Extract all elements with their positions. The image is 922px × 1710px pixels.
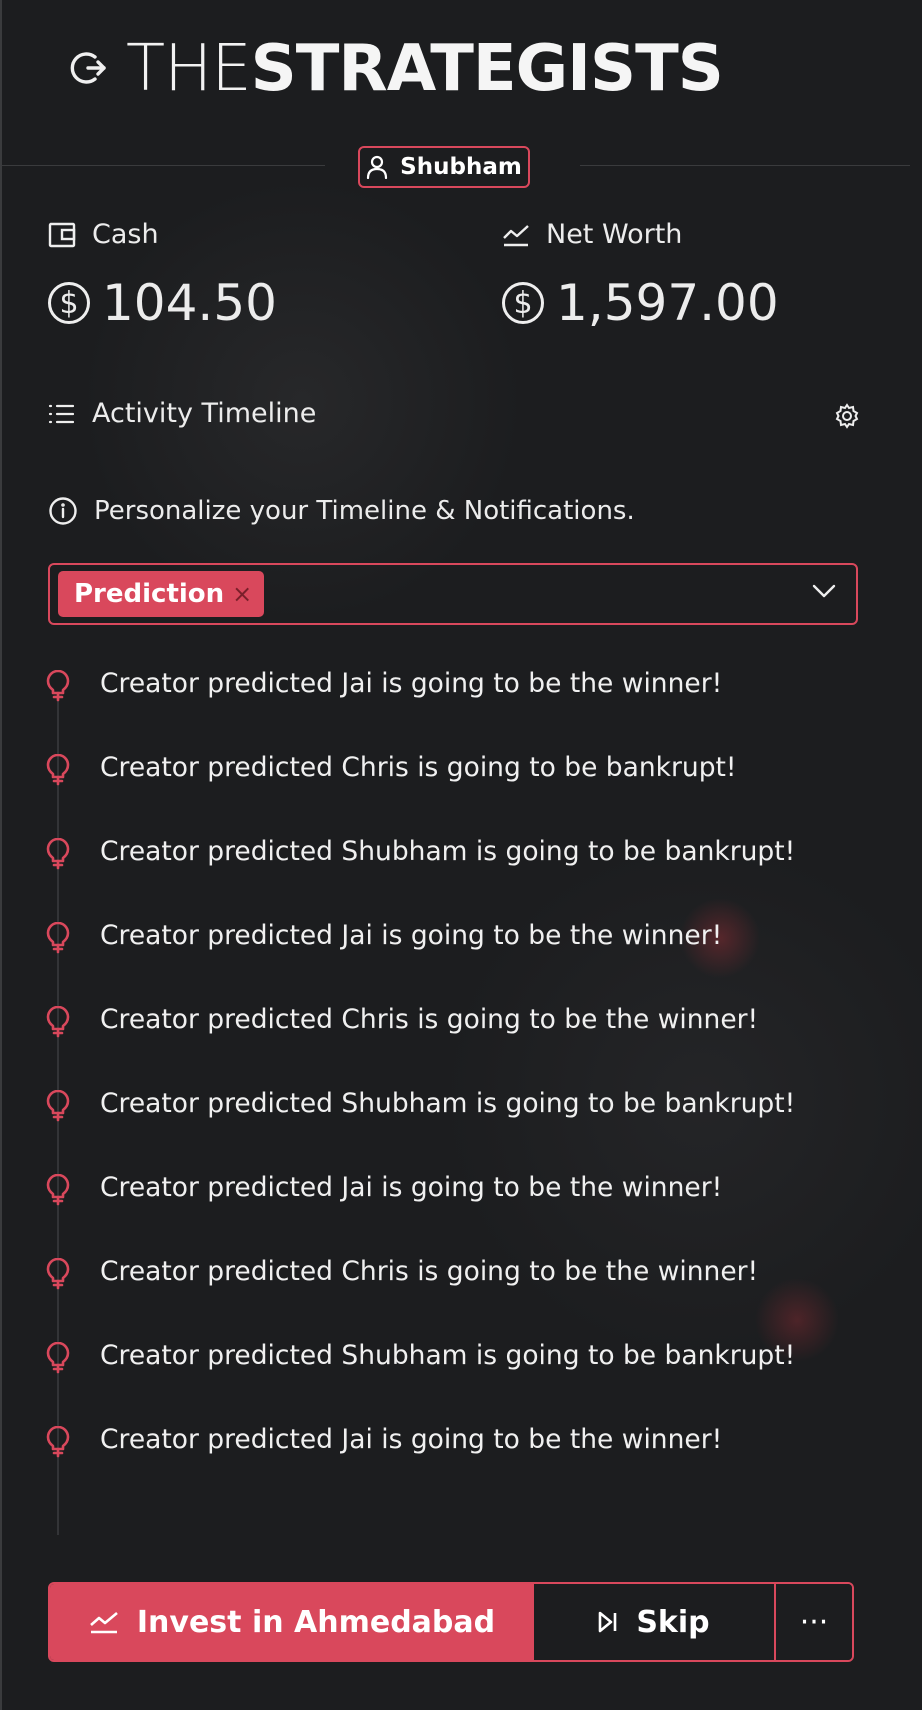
activity-timeline-title: Activity Timeline: [92, 398, 317, 429]
lightbulb-icon: [46, 1258, 70, 1290]
timeline-item-text: Creator predicted Shubham is going to be…: [100, 1340, 796, 1371]
app-title-prefix: THE: [126, 32, 252, 106]
user-icon: [367, 155, 388, 179]
logout-icon[interactable]: [68, 48, 108, 88]
timeline-filter-select[interactable]: Prediction ×: [48, 563, 858, 625]
lightbulb-icon: [46, 1174, 70, 1206]
cash-value-row: $ 104.50: [48, 274, 277, 332]
timeline-item: Creator predicted Chris is going to be t…: [44, 1252, 874, 1336]
timeline-item: Creator predicted Jai is going to be the…: [44, 1168, 874, 1252]
gear-icon[interactable]: [834, 403, 860, 429]
cash-value: 104.50: [102, 274, 277, 332]
info-icon: [49, 497, 77, 525]
lightbulb-icon: [46, 922, 70, 954]
more-icon: ···: [799, 1604, 829, 1640]
chip-remove-icon[interactable]: ×: [232, 580, 252, 608]
personalize-text: Personalize your Timeline & Notification…: [94, 496, 635, 526]
invest-button[interactable]: Invest in Ahmedabad: [50, 1584, 534, 1660]
lightbulb-icon: [46, 1006, 70, 1038]
chart-line-icon: [503, 224, 529, 246]
timeline-item: Creator predicted Shubham is going to be…: [44, 832, 874, 916]
timeline-item-text: Creator predicted Shubham is going to be…: [100, 1088, 796, 1119]
action-bar: Invest in Ahmedabad Skip ···: [48, 1582, 854, 1662]
lightbulb-icon: [46, 670, 70, 702]
timeline-item-text: Creator predicted Chris is going to be t…: [100, 1256, 759, 1287]
lightbulb-icon: [46, 754, 70, 786]
lightbulb-icon: [46, 838, 70, 870]
dollar-circle-icon: $: [502, 282, 544, 324]
timeline-item-text: Creator predicted Jai is going to be the…: [100, 1424, 723, 1455]
timeline-item: Creator predicted Shubham is going to be…: [44, 1336, 874, 1420]
timeline-item-text: Creator predicted Jai is going to be the…: [100, 920, 723, 951]
app-title: THESTRATEGISTS: [126, 32, 724, 106]
skip-label: Skip: [636, 1604, 710, 1640]
chart-line-icon: [90, 1612, 118, 1634]
skip-button[interactable]: Skip: [534, 1584, 776, 1660]
personalize-hint: Personalize your Timeline & Notification…: [48, 496, 635, 526]
timeline-item: Creator predicted Chris is going to be t…: [44, 1000, 874, 1084]
user-badge[interactable]: Shubham: [358, 146, 530, 188]
networth-value: 1,597.00: [556, 274, 779, 332]
timeline-item: Creator predicted Chris is going to be b…: [44, 748, 874, 832]
cash-label-row: Cash: [48, 219, 159, 250]
lightbulb-icon: [46, 1426, 70, 1458]
timeline-item: Creator predicted Jai is going to be the…: [44, 916, 874, 1000]
networth-label: Net Worth: [546, 219, 683, 250]
lightbulb-icon: [46, 1090, 70, 1122]
timeline-item-text: Creator predicted Shubham is going to be…: [100, 836, 796, 867]
more-button[interactable]: ···: [776, 1584, 852, 1660]
invest-label: Invest in Ahmedabad: [136, 1604, 496, 1640]
networth-value-row: $ 1,597.00: [502, 274, 779, 332]
wallet-icon: [48, 222, 76, 247]
divider-left: [0, 165, 325, 166]
timeline-item: Creator predicted Jai is going to be the…: [44, 1420, 874, 1504]
divider-right: [580, 165, 910, 166]
timeline-item-text: Creator predicted Jai is going to be the…: [100, 668, 723, 699]
filter-chip-prediction[interactable]: Prediction ×: [58, 571, 265, 617]
cash-label: Cash: [92, 219, 159, 250]
lightbulb-icon: [46, 1342, 70, 1374]
timeline-item-text: Creator predicted Chris is going to be t…: [100, 1004, 759, 1035]
timeline-item-text: Creator predicted Chris is going to be b…: [100, 752, 737, 783]
dollar-circle-icon: $: [48, 282, 90, 324]
activity-timeline-header: Activity Timeline: [48, 398, 316, 429]
user-name: Shubham: [400, 154, 522, 180]
timeline-item: Creator predicted Shubham is going to be…: [44, 1084, 874, 1168]
timeline-list: Creator predicted Jai is going to be the…: [44, 664, 874, 1504]
list-icon: [48, 404, 74, 423]
filter-chip-label: Prediction: [74, 579, 225, 609]
timeline-item-text: Creator predicted Jai is going to be the…: [100, 1172, 723, 1203]
chevron-down-icon[interactable]: [812, 583, 836, 599]
skip-forward-icon: [599, 1611, 617, 1633]
app-title-suffix: STRATEGISTS: [250, 32, 724, 106]
networth-label-row: Net Worth: [502, 219, 682, 250]
timeline-item: Creator predicted Jai is going to be the…: [44, 664, 874, 748]
